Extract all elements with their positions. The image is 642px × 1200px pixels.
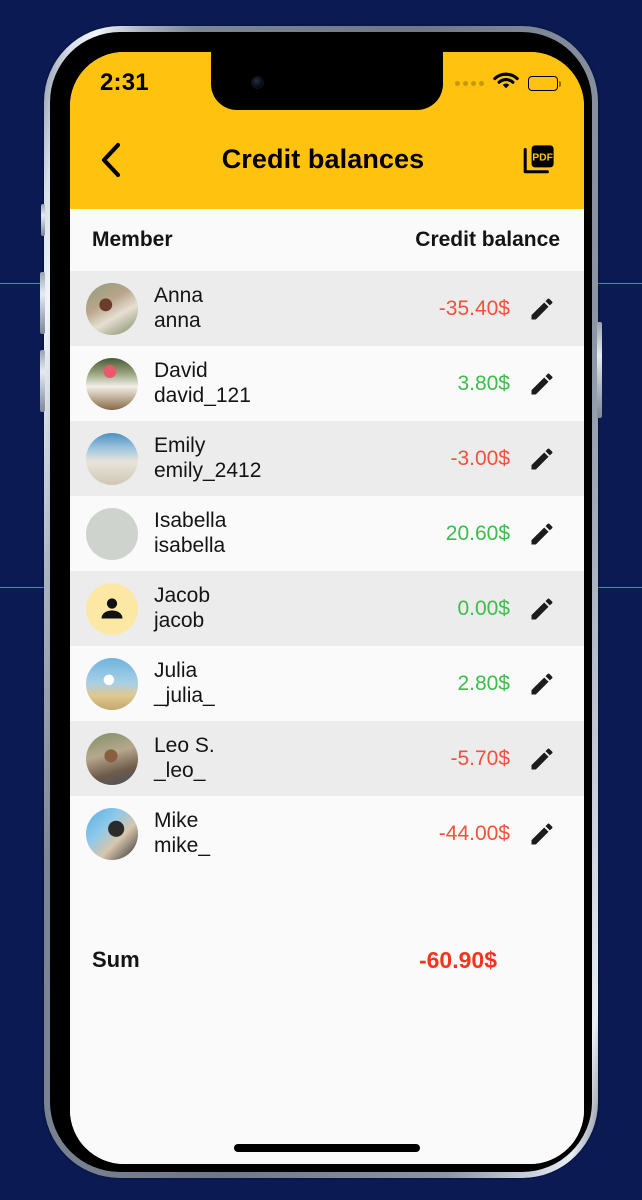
- volume-up-button[interactable]: [40, 272, 45, 334]
- table-row[interactable]: Isabella isabella 20.60$: [70, 496, 584, 571]
- member-name: Jacob: [154, 583, 211, 607]
- table-row[interactable]: Emily emily_2412 -3.00$: [70, 421, 584, 496]
- column-header-member: Member: [92, 228, 173, 251]
- phone-screen: 2:31 Credit balances PDF Member Credit b…: [70, 52, 584, 1164]
- edit-balance-button[interactable]: [524, 516, 560, 552]
- credit-balance-value: 3.80$: [457, 371, 510, 395]
- member-handle: david_121: [154, 383, 251, 407]
- member-names: Mike mike_: [154, 809, 210, 859]
- pencil-icon: [531, 673, 553, 694]
- column-header-balance: Credit balance: [415, 228, 560, 251]
- credit-balance-value: -44.00$: [438, 821, 510, 845]
- phone-frame: 2:31 Credit balances PDF Member Credit b…: [40, 26, 602, 1178]
- member-names: Emily emily_2412: [154, 434, 261, 484]
- member-name: Emily: [154, 433, 206, 457]
- edit-balance-button[interactable]: [524, 441, 560, 477]
- edit-balance-button[interactable]: [524, 366, 560, 402]
- status-indicators: [455, 71, 562, 95]
- edit-balance-button[interactable]: [524, 816, 560, 852]
- member-handle: jacob: [154, 608, 205, 632]
- member-names: Jacob jacob: [154, 584, 210, 634]
- credit-balance-value: -35.40$: [438, 296, 510, 320]
- status-time: 2:31: [100, 69, 149, 96]
- avatar: [86, 357, 138, 410]
- pencil-icon: [531, 748, 553, 769]
- summary-label: Sum: [92, 947, 140, 972]
- edit-balance-button[interactable]: [524, 591, 560, 627]
- mute-switch[interactable]: [41, 204, 45, 236]
- content-area: Member Credit balance Anna anna -35.40$ Dav…: [70, 209, 584, 1164]
- member-handle: _julia_: [154, 683, 215, 707]
- member-names: Anna anna: [154, 284, 203, 334]
- pencil-icon: [531, 523, 553, 544]
- avatar: [86, 282, 138, 335]
- pdf-export-button[interactable]: PDF: [516, 137, 562, 183]
- table-header: Member Credit balance: [70, 209, 584, 271]
- member-name: Leo S.: [154, 733, 215, 757]
- member-handle: mike_: [154, 833, 211, 857]
- avatar: [86, 807, 138, 860]
- credit-balance-value: -5.70$: [450, 746, 510, 770]
- member-list: Anna anna -35.40$ David david_121 3.80$ Emily e…: [70, 271, 584, 871]
- pdf-export-icon: PDF: [523, 144, 554, 173]
- table-row[interactable]: Mike mike_ -44.00$: [70, 796, 584, 871]
- summary-value: -60.90$: [418, 946, 497, 973]
- summary-row: Sum -60.90$: [70, 929, 584, 991]
- table-row[interactable]: Jacob jacob 0.00$: [70, 571, 584, 646]
- member-handle: emily_2412: [154, 458, 262, 482]
- member-handle: isabella: [154, 533, 226, 557]
- member-name: Mike: [154, 808, 199, 832]
- member-handle: _leo_: [154, 758, 206, 782]
- scene: 2:31 Credit balances PDF Member Credit b…: [0, 0, 642, 1200]
- member-name: David: [154, 358, 208, 382]
- member-name: Isabella: [154, 508, 227, 532]
- member-names: David david_121: [154, 359, 251, 409]
- table-row[interactable]: Anna anna -35.40$: [70, 271, 584, 346]
- status-bar: 2:31: [70, 52, 584, 110]
- chevron-left-icon: [101, 142, 121, 177]
- pencil-icon: [531, 373, 553, 394]
- pencil-icon: [531, 448, 553, 469]
- table-row[interactable]: Julia _julia_ 2.80$: [70, 646, 584, 721]
- power-button[interactable]: [597, 322, 602, 418]
- credit-balance-value: 0.00$: [457, 596, 510, 620]
- phone-bezel: 2:31 Credit balances PDF Member Credit b…: [50, 32, 592, 1172]
- svg-text:PDF: PDF: [532, 152, 553, 163]
- edit-balance-button[interactable]: [524, 291, 560, 327]
- page-title: Credit balances: [221, 144, 425, 174]
- wifi-icon: [493, 71, 519, 95]
- pencil-icon: [531, 823, 553, 844]
- table-row[interactable]: David david_121 3.80$: [70, 346, 584, 421]
- avatar: [86, 507, 138, 560]
- credit-balance-value: -3.00$: [450, 446, 510, 470]
- avatar-placeholder-person-icon: [86, 582, 138, 635]
- cellular-dots-icon: [455, 80, 484, 86]
- battery-full-icon: [528, 75, 562, 91]
- avatar: [86, 732, 138, 785]
- volume-down-button[interactable]: [40, 350, 45, 412]
- edit-balance-button[interactable]: [524, 741, 560, 777]
- app-bar: Credit balances PDF: [70, 110, 584, 209]
- pencil-icon: [531, 298, 553, 319]
- back-button[interactable]: [88, 137, 134, 183]
- edit-balance-button[interactable]: [524, 666, 560, 702]
- home-indicator[interactable]: [234, 1144, 420, 1152]
- member-names: Julia _julia_: [154, 659, 215, 709]
- member-handle: anna: [154, 308, 201, 332]
- credit-balance-value: 2.80$: [457, 671, 510, 695]
- credit-balance-value: 20.60$: [445, 521, 510, 545]
- avatar: [86, 432, 138, 485]
- member-name: Anna: [154, 283, 204, 307]
- member-names: Leo S. _leo_: [154, 734, 215, 784]
- avatar: [86, 657, 138, 710]
- table-row[interactable]: Leo S. _leo_ -5.70$: [70, 721, 584, 796]
- pencil-icon: [531, 598, 553, 619]
- member-names: Isabella isabella: [154, 509, 226, 559]
- member-name: Julia: [154, 658, 198, 682]
